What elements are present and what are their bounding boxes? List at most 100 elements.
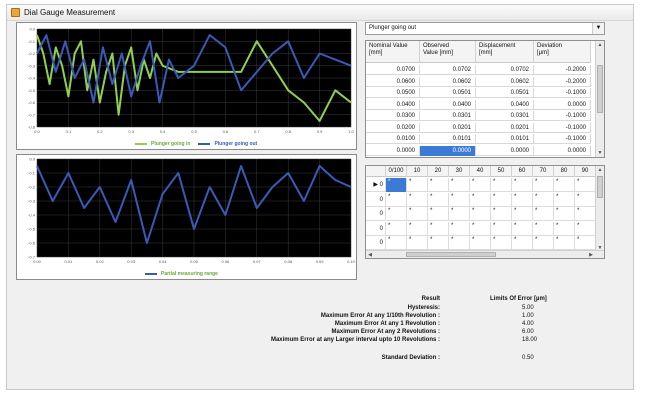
- table-cell[interactable]: 0.0201: [420, 122, 476, 133]
- table-cell[interactable]: 0.0600: [366, 76, 420, 87]
- table-cell[interactable]: 0.0000: [534, 145, 591, 156]
- scroll-up-icon[interactable]: ▲: [596, 41, 604, 49]
- table-cell[interactable]: *: [428, 221, 449, 236]
- table-cell[interactable]: *: [428, 178, 449, 192]
- table-cell[interactable]: *: [512, 236, 533, 250]
- column-header[interactable]: 80: [554, 166, 575, 177]
- table-cell[interactable]: 0.0101: [476, 134, 534, 144]
- table-cell[interactable]: *: [449, 236, 470, 250]
- table-cell[interactable]: 0.0702: [476, 65, 534, 75]
- column-header[interactable]: 90: [575, 166, 596, 177]
- direction-select[interactable]: Plunger going out ▼: [365, 22, 605, 35]
- column-header[interactable]: Deviation [µm]: [534, 41, 591, 63]
- table-row[interactable]: 0.0400 0.0400 0.0400 0.0000: [366, 99, 591, 110]
- table-cell[interactable]: 0.0100: [366, 134, 420, 144]
- measurement-table-scrollbar[interactable]: ▲ ▼: [595, 41, 604, 157]
- table-cell[interactable]: 0.0101: [420, 134, 476, 144]
- table-cell[interactable]: *: [575, 207, 596, 221]
- column-header[interactable]: 20: [428, 166, 449, 177]
- table-cell[interactable]: -0.2000: [534, 76, 591, 87]
- table-cell[interactable]: -0.2000: [534, 65, 591, 75]
- column-header[interactable]: 50: [491, 166, 512, 177]
- table-cell[interactable]: *: [533, 236, 554, 250]
- chevron-down-icon[interactable]: ▼: [592, 23, 604, 34]
- table-cell[interactable]: 0.0000: [476, 145, 534, 156]
- column-header[interactable]: 40: [470, 166, 491, 177]
- table-cell[interactable]: *: [449, 192, 470, 207]
- table-cell[interactable]: *: [512, 207, 533, 221]
- table-cell[interactable]: *: [407, 178, 428, 192]
- row-header[interactable]: 0: [366, 221, 386, 236]
- table-cell[interactable]: -0.1000: [534, 122, 591, 133]
- column-header[interactable]: 30: [449, 166, 470, 177]
- table-cell[interactable]: 0.0200: [366, 122, 420, 133]
- column-header[interactable]: 70: [533, 166, 554, 177]
- table-cell[interactable]: *: [554, 236, 575, 250]
- table-row[interactable]: 0.0000 0.0000 0.0000 0.0000: [366, 145, 591, 156]
- table-cell[interactable]: -0.1000: [534, 111, 591, 121]
- table-cell[interactable]: *: [470, 207, 491, 221]
- table-cell[interactable]: *: [512, 178, 533, 192]
- table-cell[interactable]: *: [407, 221, 428, 236]
- table-cell[interactable]: *: [407, 192, 428, 207]
- table-cell[interactable]: *: [407, 207, 428, 221]
- table-cell[interactable]: 0.0500: [366, 88, 420, 98]
- table-cell[interactable]: *: [428, 236, 449, 250]
- table-cell[interactable]: 0.0501: [476, 88, 534, 98]
- table-cell[interactable]: 0.0400: [366, 99, 420, 110]
- table-row[interactable]: ▶ 0 * * * * * * * * * *: [366, 178, 596, 192]
- table-row[interactable]: 0 * * * * * * * * * *: [366, 221, 596, 236]
- table-cell[interactable]: 0.0301: [420, 111, 476, 121]
- table-cell[interactable]: *: [428, 207, 449, 221]
- table-row[interactable]: 0.0600 0.0602 0.0602 -0.2000: [366, 76, 591, 87]
- table-cell[interactable]: -0.1000: [534, 88, 591, 98]
- table-cell[interactable]: 0.0700: [366, 65, 420, 75]
- table-cell[interactable]: *: [470, 192, 491, 207]
- table-row[interactable]: 0.0700 0.0702 0.0702 -0.2000: [366, 65, 591, 75]
- column-header[interactable]: 60: [512, 166, 533, 177]
- table-cell[interactable]: *: [470, 221, 491, 236]
- table-cell[interactable]: 0.0602: [476, 76, 534, 87]
- table-row[interactable]: 0 * * * * * * * * * *: [366, 207, 596, 221]
- scroll-up-icon[interactable]: ▲: [596, 166, 604, 174]
- table-cell[interactable]: 0.0301: [476, 111, 534, 121]
- table-cell[interactable]: *: [575, 192, 596, 207]
- row-header[interactable]: 0: [366, 192, 386, 207]
- table-cell[interactable]: *: [470, 178, 491, 192]
- table-cell[interactable]: 0.0501: [420, 88, 476, 98]
- table-cell[interactable]: *: [386, 207, 407, 221]
- scroll-thumb[interactable]: [597, 65, 603, 113]
- scroll-down-icon[interactable]: ▼: [596, 149, 604, 157]
- scroll-left-icon[interactable]: ◀: [366, 251, 374, 258]
- table-cell[interactable]: *: [491, 221, 512, 236]
- table-cell[interactable]: *: [575, 221, 596, 236]
- table-cell[interactable]: *: [554, 207, 575, 221]
- table-cell[interactable]: 0.0000: [534, 99, 591, 110]
- table-row[interactable]: 0.0500 0.0501 0.0501 -0.1000: [366, 88, 591, 98]
- table-cell[interactable]: *: [449, 207, 470, 221]
- table-cell[interactable]: *: [386, 178, 407, 192]
- table-cell[interactable]: *: [554, 192, 575, 207]
- table-cell[interactable]: 0.0400: [420, 99, 476, 110]
- table-cell[interactable]: *: [491, 236, 512, 250]
- table-cell[interactable]: 0.0400: [476, 99, 534, 110]
- table-cell[interactable]: *: [533, 207, 554, 221]
- column-header[interactable]: Nominal Value [mm]: [366, 41, 420, 63]
- table-cell[interactable]: *: [449, 178, 470, 192]
- column-header[interactable]: 10: [407, 166, 428, 177]
- table-cell[interactable]: *: [512, 192, 533, 207]
- scroll-thumb[interactable]: [597, 176, 603, 198]
- table-cell[interactable]: 0.0602: [420, 76, 476, 87]
- revolution-table-hscroll[interactable]: ◀ ▶: [366, 250, 604, 258]
- table-cell[interactable]: *: [554, 178, 575, 192]
- table-cell[interactable]: *: [491, 207, 512, 221]
- table-cell[interactable]: *: [575, 178, 596, 192]
- table-cell[interactable]: *: [470, 236, 491, 250]
- table-cell[interactable]: *: [491, 178, 512, 192]
- table-row[interactable]: 0 * * * * * * * * * *: [366, 236, 596, 250]
- table-cell[interactable]: *: [554, 221, 575, 236]
- table-cell[interactable]: *: [533, 178, 554, 192]
- table-cell[interactable]: *: [386, 192, 407, 207]
- table-cell[interactable]: *: [386, 221, 407, 236]
- table-cell[interactable]: 0.0000: [366, 145, 420, 156]
